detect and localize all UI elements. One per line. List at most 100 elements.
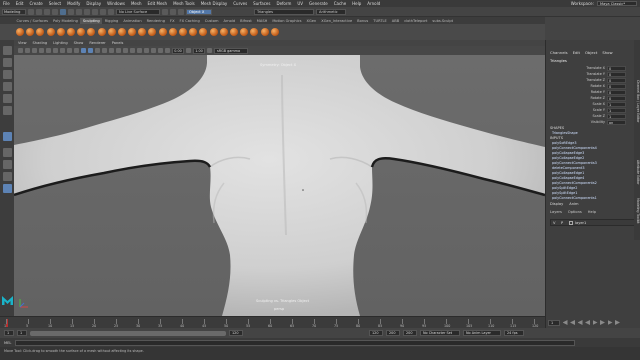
sculpt-brush-icon[interactable] <box>189 28 198 36</box>
range-value-field[interactable]: 120 <box>229 330 243 336</box>
input-node[interactable]: polyConnectComponents2 <box>552 181 597 185</box>
playback-start-field[interactable]: 1 <box>17 330 27 336</box>
go-to-start-icon[interactable] <box>562 320 568 325</box>
menu-cache[interactable]: Cache <box>334 1 346 6</box>
wireframe-icon[interactable] <box>81 48 86 53</box>
step-back-icon[interactable] <box>570 320 575 325</box>
select-component-icon[interactable] <box>76 8 82 15</box>
menu-modify[interactable]: Modify <box>67 1 80 6</box>
snap-grid-icon[interactable] <box>84 8 90 15</box>
step-back-key-icon[interactable] <box>577 320 583 325</box>
sculpt-brush-icon[interactable] <box>16 28 24 36</box>
attribute-value[interactable]: 1 <box>607 108 626 113</box>
gamma-field[interactable]: 1.00 <box>193 47 205 54</box>
go-to-end-icon[interactable] <box>615 320 620 325</box>
layer-visibility-toggle[interactable]: V <box>553 221 555 225</box>
attribute-value[interactable]: 0 <box>607 84 626 89</box>
sculpt-brush-icon[interactable] <box>26 28 35 36</box>
side-tab-modeling-toolkit[interactable]: Modeling Toolkit <box>634 198 640 224</box>
attribute-label[interactable]: Translate Y <box>586 72 605 76</box>
rotate-tool-icon[interactable] <box>3 94 12 103</box>
sculpt-brush-icon[interactable] <box>107 28 116 36</box>
range-bar[interactable] <box>30 330 226 336</box>
layer-tab-display[interactable]: Display <box>550 202 563 206</box>
channel-menu-show[interactable]: Show <box>602 50 612 55</box>
menu-mesh-display[interactable]: Mesh Display <box>201 1 228 6</box>
scale-tool-icon[interactable] <box>3 106 12 115</box>
inputs-header[interactable]: INPUTS <box>550 136 563 140</box>
shadows-icon[interactable] <box>116 48 121 53</box>
isolate-select-icon[interactable] <box>151 48 156 53</box>
input-node[interactable]: polySplitEdge1 <box>552 191 577 195</box>
attribute-value[interactable]: 1 <box>607 102 626 107</box>
sculpt-brush-icon[interactable] <box>240 28 249 36</box>
select-tool-icon[interactable] <box>3 46 12 55</box>
layer-name[interactable]: layer1 <box>575 221 586 225</box>
input-node[interactable]: polyConnectComponents1 <box>552 196 597 200</box>
menu-uv[interactable]: UV <box>297 1 303 6</box>
character-set-dropdown[interactable]: No Character Set <box>420 330 460 336</box>
menu-edit-mesh[interactable]: Edit Mesh <box>148 1 168 6</box>
layer-menu-options[interactable]: Options <box>568 210 582 214</box>
depth-of-field-icon[interactable] <box>144 48 149 53</box>
attribute-label[interactable]: Translate Z <box>586 78 605 82</box>
sculpt-brush-icon[interactable] <box>229 28 238 36</box>
side-tab-channel-box[interactable]: Channel Box / Layer Editor <box>634 80 640 122</box>
sculpt-brush-icon[interactable] <box>46 28 55 36</box>
sculpt-brush-icon[interactable] <box>250 28 259 36</box>
menu-surfaces[interactable]: Surfaces <box>253 1 270 6</box>
symmetry-type-field[interactable]: Triangles <box>254 8 314 15</box>
xray-icon[interactable] <box>158 48 163 53</box>
sculpt-brush-icon[interactable] <box>128 28 137 36</box>
shape-node[interactable]: TrianglesShape <box>552 131 578 135</box>
render-field[interactable]: Arithmetic <box>316 8 346 15</box>
exposure-field[interactable]: 0.00 <box>172 47 184 54</box>
attribute-label[interactable]: Scale Z <box>592 114 605 118</box>
film-gate-icon[interactable] <box>53 48 58 53</box>
image-plane-icon[interactable] <box>39 48 44 53</box>
textured-icon[interactable] <box>102 48 107 53</box>
sculpt-brush-icon[interactable] <box>148 28 157 36</box>
persp-graph-icon[interactable] <box>3 172 12 181</box>
bookmark-icon[interactable] <box>32 48 37 53</box>
attribute-label[interactable]: Rotate Z <box>590 96 605 100</box>
panel-menu-view[interactable]: View <box>18 41 27 45</box>
panel-menu-show[interactable]: Show <box>74 41 84 45</box>
camera-icon[interactable] <box>18 48 23 53</box>
input-node[interactable]: polyCollapseEdge2 <box>552 156 584 160</box>
layer-menu-help[interactable]: Help <box>588 210 596 214</box>
current-frame-field[interactable]: 1 <box>548 319 560 326</box>
menu-arnold[interactable]: Arnold <box>367 1 380 6</box>
sculpt-brush-icon[interactable] <box>260 28 269 36</box>
animation-start-field[interactable]: 1 <box>4 330 14 336</box>
menu-deform[interactable]: Deform <box>276 1 291 6</box>
menu-help[interactable]: Help <box>352 1 361 6</box>
panel-menu-panels[interactable]: Panels <box>112 41 124 45</box>
attribute-label[interactable]: Scale Y <box>593 108 605 112</box>
move-tool-icon[interactable] <box>3 82 12 91</box>
symmetry-dropdown[interactable]: Object X <box>186 8 212 15</box>
sculpt-brush-icon[interactable] <box>56 28 65 36</box>
sculpt-brush-icon[interactable] <box>36 28 45 36</box>
undo-icon[interactable] <box>44 8 50 15</box>
sculpt-brush-icon[interactable] <box>209 28 218 36</box>
menu-create[interactable]: Create <box>29 1 42 6</box>
layer-color-swatch[interactable] <box>569 221 573 225</box>
input-node[interactable]: polyConnectComponents4 <box>552 146 597 150</box>
animation-end-outer-field[interactable]: 200 <box>403 330 417 336</box>
lights-icon[interactable] <box>109 48 114 53</box>
input-node[interactable]: polyCollapseEdge4 <box>552 176 584 180</box>
side-tab-attribute-editor[interactable]: Attribute Editor <box>634 160 640 185</box>
wireframe-on-shaded-icon[interactable] <box>95 48 100 53</box>
sculpt-mesh-torso[interactable] <box>14 55 545 316</box>
command-input[interactable] <box>15 339 576 346</box>
sculpt-brush-icon[interactable] <box>87 28 96 36</box>
step-forward-key-icon[interactable] <box>600 320 605 325</box>
anim-layer-dropdown[interactable]: No Anim Layer <box>463 330 501 336</box>
select-hierarchy-icon[interactable] <box>60 8 66 15</box>
playback-end-field[interactable]: 120 <box>369 330 383 336</box>
layer-playback-toggle[interactable]: P <box>561 221 563 225</box>
anti-alias-icon[interactable] <box>137 48 142 53</box>
menu-curves[interactable]: Curves <box>233 1 247 6</box>
redo-icon[interactable] <box>52 8 58 15</box>
